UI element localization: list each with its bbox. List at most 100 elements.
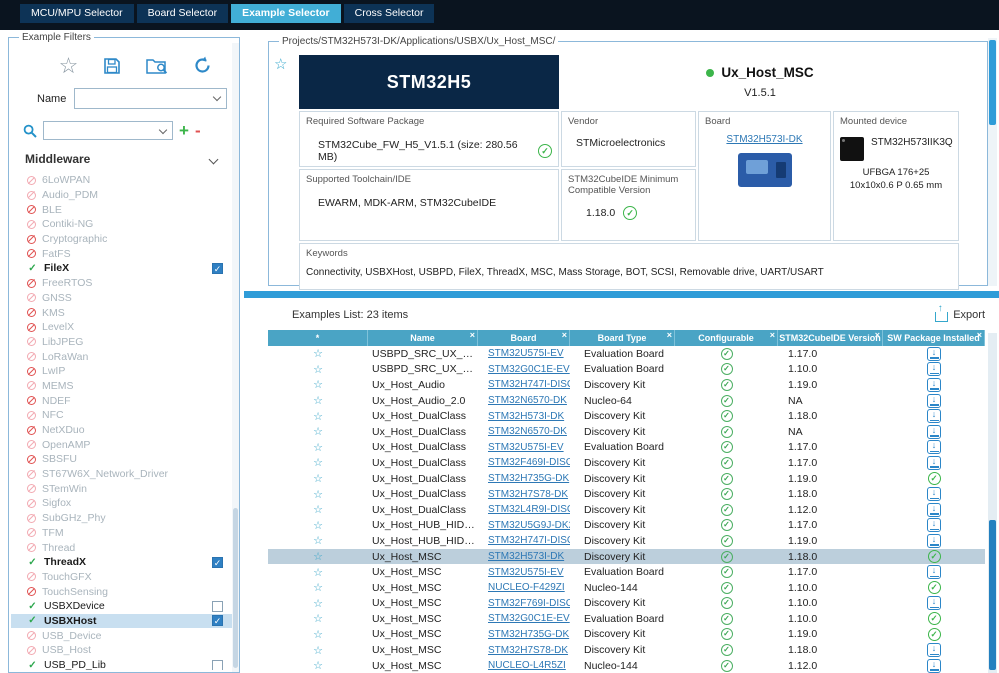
- search-combobox[interactable]: [43, 121, 173, 140]
- middleware-item-netxduo[interactable]: NetXDuo: [11, 423, 237, 438]
- example-row[interactable]: ☆ Ux_Host_Audio_2.0 STM32N6570-DK Nucleo-64…: [268, 392, 985, 409]
- tab-mcu-mpu-selector[interactable]: MCU/MPU Selector: [20, 4, 134, 23]
- download-icon[interactable]: ↓: [927, 455, 941, 470]
- middleware-checkbox[interactable]: ✓: [212, 262, 223, 274]
- filter-clear-icon[interactable]: ×: [875, 330, 880, 340]
- download-icon[interactable]: ↓: [927, 658, 941, 673]
- column-header-configurable[interactable]: Configurable ×: [675, 330, 778, 346]
- example-row[interactable]: ☆ Ux_Host_DualClass STM32H7S78-DK Discovery…: [268, 486, 985, 502]
- middleware-item-sbsfu[interactable]: SBSFU: [11, 452, 237, 467]
- remove-filter-button[interactable]: -: [195, 122, 201, 139]
- column-header-stm32cubeide-version[interactable]: STM32CubeIDE Version ×: [778, 330, 883, 346]
- favorite-star-icon[interactable]: ☆: [313, 410, 323, 423]
- favorite-star-icon[interactable]: ☆: [313, 425, 323, 438]
- example-row[interactable]: ☆ Ux_Host_HUB_HID_... STM32U5G9J-DK2 Discov…: [268, 517, 985, 534]
- favorite-star-icon[interactable]: ☆: [313, 519, 323, 532]
- download-icon[interactable]: ↓: [927, 377, 941, 392]
- favorite-star-icon[interactable]: ☆: [313, 503, 323, 516]
- middleware-item-touchsensing[interactable]: TouchSensing: [11, 584, 237, 599]
- filter-clear-icon[interactable]: ×: [562, 330, 567, 340]
- example-row[interactable]: ☆ USBPD_SRC_UX_Ho... STM32U575I-EV Evaluati…: [268, 346, 985, 362]
- middleware-item-stemwin[interactable]: STemWin: [11, 481, 237, 496]
- middleware-item-contiki-ng[interactable]: Contiki-NG: [11, 217, 237, 232]
- example-row[interactable]: ☆ Ux_Host_DualClass STM32N6570-DK Discovery…: [268, 423, 985, 440]
- download-icon[interactable]: ↓: [927, 409, 941, 424]
- favorite-star-icon[interactable]: ☆: [313, 378, 323, 391]
- favorite-star-icon[interactable]: ☆: [313, 472, 323, 485]
- column-header-board-type[interactable]: Board Type ×: [570, 330, 675, 346]
- favorite-star-icon[interactable]: ☆: [313, 566, 323, 579]
- download-icon[interactable]: ↓: [927, 502, 941, 517]
- middleware-item-lorawan[interactable]: LoRaWan: [11, 349, 237, 364]
- favorite-star-icon[interactable]: ☆: [313, 612, 323, 625]
- example-row[interactable]: ☆ Ux_Host_DualClass STM32L4R9I-DISCO Discov…: [268, 501, 985, 518]
- export-button[interactable]: Export: [935, 303, 985, 322]
- favorite-star-icon[interactable]: ☆: [313, 394, 323, 407]
- example-row[interactable]: ☆ Ux_Host_MSC NUCLEO-L4R5ZI Nucleo-144 ✓ 1.12…: [268, 657, 985, 673]
- filter-clear-icon[interactable]: ×: [977, 330, 982, 340]
- middleware-item-tfm[interactable]: TFM: [11, 526, 237, 541]
- middleware-item-libjpeg[interactable]: LibJPEG: [11, 335, 237, 350]
- favorite-star-icon[interactable]: ☆: [313, 581, 323, 594]
- column-header-sw-package-installed[interactable]: SW Package Installed ×: [883, 330, 985, 346]
- download-icon[interactable]: ↓: [927, 565, 941, 580]
- middleware-item-fatfs[interactable]: FatFS: [11, 246, 237, 261]
- middleware-item-sigfox[interactable]: Sigfox: [11, 496, 237, 511]
- middleware-item-usbxdevice[interactable]: ✓ USBXDevice: [11, 599, 237, 614]
- example-row[interactable]: ☆ USBPD_SRC_UX_Ho... STM32G0C1E-EV Evaluati…: [268, 361, 985, 378]
- column-header-star[interactable]: *: [268, 330, 368, 346]
- scrollbar-thumb[interactable]: [233, 508, 238, 668]
- middleware-item-threadx[interactable]: ✓ ThreadX ✓: [11, 555, 237, 570]
- tab-example-selector[interactable]: Example Selector: [231, 4, 341, 23]
- download-icon[interactable]: ↓: [927, 518, 941, 533]
- middleware-item-freertos[interactable]: FreeRTOS: [11, 276, 237, 291]
- example-row[interactable]: ☆ Ux_Host_Audio STM32H747I-DISCO Discovery …: [268, 377, 985, 393]
- middleware-item-thread[interactable]: Thread: [11, 540, 237, 555]
- board-link[interactable]: STM32L4R9I-DISCO: [488, 504, 570, 515]
- middleware-item-audio-pdm[interactable]: Audio_PDM: [11, 188, 237, 203]
- example-row[interactable]: ☆ Ux_Host_MSC STM32U575I-EV Evaluation Boar…: [268, 564, 985, 580]
- horizontal-splitter[interactable]: [244, 291, 999, 298]
- middleware-item-6lowpan[interactable]: 6LoWPAN: [11, 173, 237, 188]
- example-row[interactable]: ☆ Ux_Host_DualClass STM32U575I-EV Evaluatio…: [268, 439, 985, 456]
- reset-filters-icon[interactable]: [192, 55, 213, 76]
- favorite-star-icon[interactable]: ☆: [313, 550, 323, 563]
- example-row[interactable]: ☆ Ux_Host_DualClass STM32H735G-DK Discovery…: [268, 470, 985, 487]
- download-icon[interactable]: ↓: [927, 440, 941, 455]
- middleware-checkbox[interactable]: [212, 659, 223, 670]
- board-link[interactable]: STM32H735G-DK: [488, 473, 569, 484]
- example-row[interactable]: ☆ Ux_Host_MSC STM32H735G-DK Discovery Kit ✓ 1…: [268, 626, 985, 643]
- board-link[interactable]: STM32U5G9J-DK2: [488, 520, 570, 531]
- board-link[interactable]: NUCLEO-L4R5ZI: [488, 660, 566, 671]
- board-link[interactable]: STM32F469I-DISCO: [488, 457, 570, 468]
- board-link[interactable]: STM32G0C1E-EV: [488, 364, 570, 375]
- middleware-item-filex[interactable]: ✓ FileX ✓: [11, 261, 237, 276]
- middleware-checkbox[interactable]: ✓: [212, 556, 223, 568]
- middleware-item-levelx[interactable]: LevelX: [11, 320, 237, 335]
- middleware-item-usb-device[interactable]: USB_Device: [11, 628, 237, 643]
- board-link[interactable]: STM32H747I-DISCO: [488, 379, 570, 390]
- middleware-item-gnss[interactable]: GNSS: [11, 291, 237, 306]
- examples-scrollbar[interactable]: [988, 333, 997, 673]
- board-link[interactable]: STM32F769I-DISCO: [488, 598, 570, 609]
- board-link[interactable]: STM32H573I-DK: [488, 551, 564, 562]
- middleware-checkbox[interactable]: ✓: [212, 615, 223, 627]
- scrollbar-thumb[interactable]: [989, 40, 996, 125]
- example-row[interactable]: ☆ Ux_Host_HUB_HID_... STM32H747I-DISCO Disc…: [268, 533, 985, 549]
- scrollbar-thumb[interactable]: [989, 520, 996, 670]
- board-link[interactable]: STM32H573I-DK: [726, 134, 802, 145]
- favorite-star-icon[interactable]: ☆: [313, 441, 323, 454]
- board-link[interactable]: STM32H747I-DISCO: [488, 535, 570, 546]
- download-icon[interactable]: ↓: [927, 643, 941, 658]
- filter-clear-icon[interactable]: ×: [470, 330, 475, 340]
- middleware-item-touchgfx[interactable]: TouchGFX: [11, 570, 237, 585]
- example-row[interactable]: ☆ Ux_Host_MSC STM32H573I-DK Discovery Kit ✓ 1…: [268, 548, 985, 565]
- column-header-name[interactable]: Name ×: [368, 330, 478, 346]
- board-link[interactable]: NUCLEO-F429ZI: [488, 582, 565, 593]
- download-icon[interactable]: ↓: [927, 596, 941, 611]
- favorite-star-icon[interactable]: ☆: [313, 628, 323, 641]
- filter-clear-icon[interactable]: ×: [770, 330, 775, 340]
- board-link[interactable]: STM32G0C1E-EV: [488, 613, 570, 624]
- download-icon[interactable]: ↓: [927, 487, 941, 502]
- board-link[interactable]: STM32U575I-EV: [488, 442, 564, 453]
